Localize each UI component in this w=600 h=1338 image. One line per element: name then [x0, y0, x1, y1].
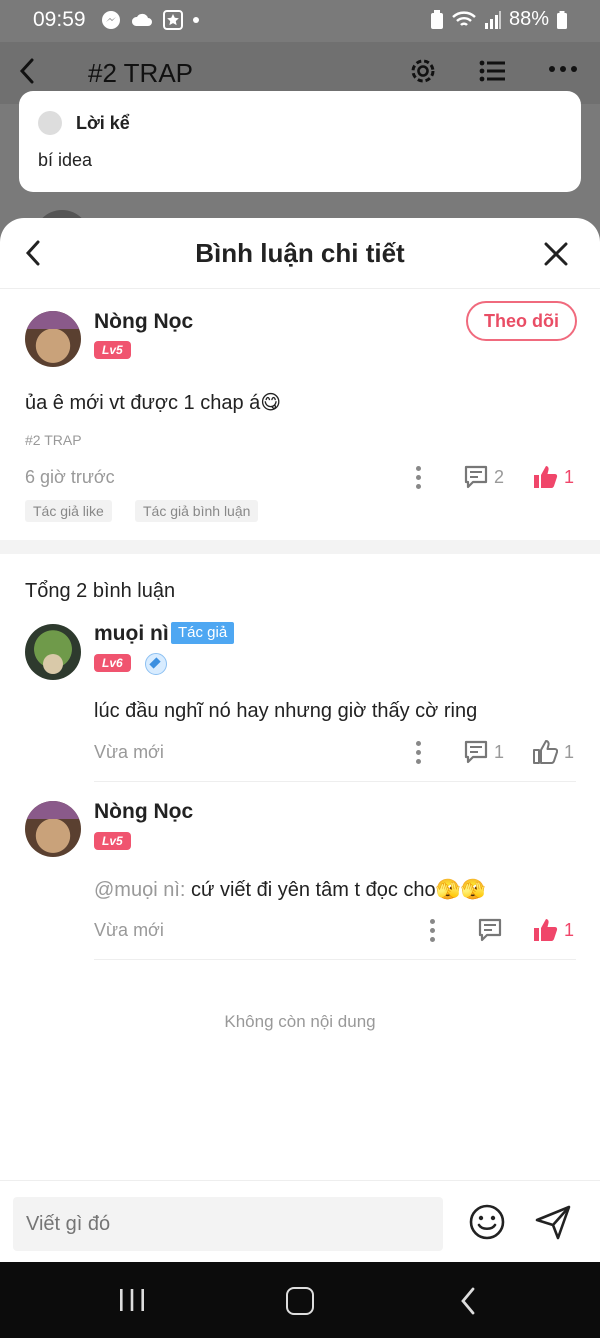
reply-icon[interactable]: [463, 739, 489, 765]
comment-text: lúc đầu nghĩ nó hay nhưng giờ thấy cờ ri…: [94, 700, 478, 722]
list-icon[interactable]: [478, 56, 508, 86]
gear-icon[interactable]: [408, 56, 438, 86]
system-icons: 88%: [430, 8, 568, 31]
signal-icon: [484, 10, 501, 29]
messenger-icon: [102, 11, 120, 29]
author-badge: Tác giả: [171, 622, 235, 644]
more-icon[interactable]: [548, 64, 578, 74]
post-author[interactable]: Nòng Nọc: [94, 310, 193, 334]
comment-time: Vừa mới: [94, 742, 164, 762]
narration-text: bí idea: [38, 150, 93, 170]
emoji-icon[interactable]: [468, 1203, 506, 1241]
comment-text: @muọi nì: cứ viết đi yên tâm t đọc cho🫣🫣: [94, 877, 485, 902]
comment-like-count: 1: [564, 920, 575, 940]
star-box-icon: [163, 10, 183, 30]
mention[interactable]: @muọi nì:: [94, 879, 185, 901]
back-arrow-icon[interactable]: [16, 56, 38, 86]
comment-like-count: 1: [564, 742, 575, 762]
back-nav-icon[interactable]: [458, 1286, 478, 1316]
comment-time: Vừa mới: [94, 920, 164, 940]
avatar[interactable]: [25, 624, 81, 680]
more-options-icon[interactable]: [416, 466, 422, 493]
notification-icons: [100, 9, 200, 31]
comment-text-content: cứ viết đi yên tâm t đọc cho: [185, 879, 436, 901]
sheet-header: Bình luận chi tiết: [0, 218, 600, 289]
comment-input-bar: [0, 1180, 600, 1263]
more-options-icon[interactable]: [430, 919, 436, 946]
more-options-icon[interactable]: [416, 741, 422, 768]
chapter-title: #2 TRAP: [88, 58, 194, 88]
chip-author-liked: Tác giả like: [25, 500, 112, 522]
comment-reply-count: 1: [494, 742, 505, 762]
battery-icon: [557, 10, 567, 29]
send-icon[interactable]: [534, 1203, 572, 1241]
total-comments-label: Tổng 2 bình luận: [25, 580, 176, 602]
post-tag[interactable]: #2 TRAP: [25, 432, 82, 448]
comment-input[interactable]: [13, 1197, 443, 1251]
post-text-content: ủa ê mới vt được 1 chap á: [25, 392, 261, 414]
comment-separator: [94, 781, 576, 782]
comment-icon[interactable]: [463, 464, 489, 490]
narration-label: Lời kể: [76, 113, 130, 133]
status-bar: 09:59 88%: [0, 0, 600, 42]
recents-icon[interactable]: [118, 1288, 146, 1312]
cloud-icon: [131, 13, 152, 26]
end-of-content-label: Không còn nội dung: [224, 1012, 376, 1031]
like-outline-icon[interactable]: [532, 739, 558, 765]
follow-button[interactable]: Theo dõi: [466, 301, 577, 341]
post-text: ủa ê mới vt được 1 chap á😋: [25, 390, 281, 415]
post-time: 6 giờ trước: [25, 467, 115, 487]
comment-emoji: 🫣🫣: [435, 879, 486, 901]
level-badge: Lv6: [94, 654, 131, 672]
comment-detail-sheet: Bình luận chi tiết Nòng Nọc Lv5 Theo dõi…: [0, 218, 600, 1263]
chip-author-commented: Tác giả bình luận: [135, 500, 259, 522]
avatar[interactable]: [25, 801, 81, 857]
home-icon[interactable]: [286, 1287, 314, 1315]
battery-level: 88%: [508, 8, 549, 30]
like-icon[interactable]: [532, 464, 558, 490]
level-badge: Lv5: [94, 341, 131, 359]
post-emoji: 😋: [260, 392, 282, 414]
post-comment-count: 2: [494, 467, 505, 487]
level-badge: Lv5: [94, 832, 131, 850]
section-divider: [0, 540, 600, 554]
dot-icon: [193, 17, 199, 23]
post-like-count: 1: [564, 467, 575, 487]
avatar[interactable]: [25, 311, 81, 367]
comment-author[interactable]: Nòng Nọc: [94, 800, 193, 824]
comment-separator: [94, 959, 576, 960]
status-time: 09:59: [33, 8, 86, 31]
like-icon[interactable]: [532, 917, 558, 943]
comment-author[interactable]: muọi nì: [94, 622, 169, 646]
sheet-title: Bình luận chi tiết: [195, 238, 405, 268]
narration-icon: [38, 111, 62, 135]
battery-saver-icon: [430, 9, 443, 29]
reply-icon[interactable]: [477, 917, 503, 943]
narration-card: Lời kể bí idea: [19, 91, 581, 192]
close-icon[interactable]: [542, 240, 570, 268]
system-navigation-bar: [0, 1262, 600, 1338]
crest-badge-icon: [145, 653, 167, 675]
wifi-icon: [452, 10, 476, 26]
